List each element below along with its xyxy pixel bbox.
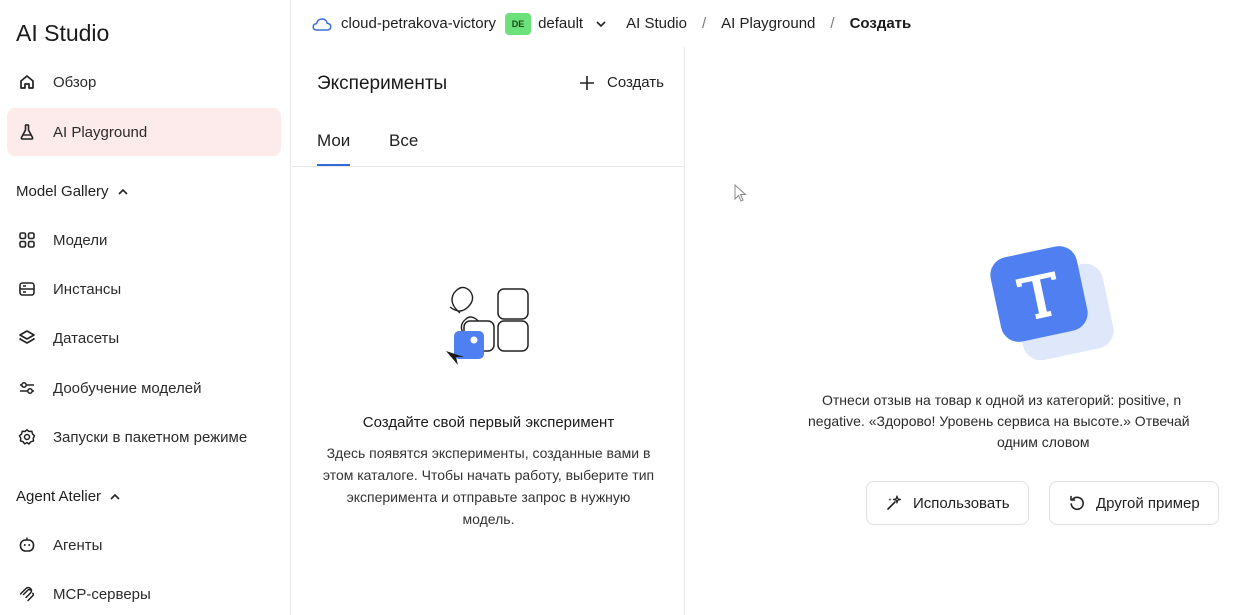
sidebar-item-batch-runs[interactable]: Запуски в пакетном режиме [7, 413, 281, 461]
empty-state-illustration [440, 285, 536, 373]
tab-all[interactable]: Все [389, 131, 418, 164]
empty-state-description: Здесь появятся эксперименты, созданные в… [322, 445, 655, 527]
sidebar-item-label: Запуски в пакетном режиме [53, 428, 248, 446]
create-experiment-button[interactable]: Создать [579, 74, 664, 91]
breadcrumb-cloud[interactable]: cloud-petrakova-victory [312, 15, 496, 32]
experiments-title: Эксперименты [317, 73, 448, 94]
section-title: Agent Atelier [16, 488, 102, 505]
sidebar-item-datasets[interactable]: Датасеты [7, 314, 281, 362]
experiments-tabs: Мои Все [292, 119, 685, 167]
sidebar: AI Studio Обзор AI Playground Model Gall… [0, 0, 291, 615]
experiments-panel: Эксперименты Создать Мои Все Создайте св… [292, 47, 685, 615]
flask-icon [18, 123, 36, 141]
layers-icon [18, 329, 36, 347]
sidebar-item-label: Датасеты [53, 329, 120, 347]
sidebar-item-label: Модели [53, 231, 108, 249]
cursor-icon [734, 184, 747, 202]
breadcrumb: cloud-petrakova-victory DE default AI St… [292, 0, 1234, 47]
folder-badge: DE [505, 12, 532, 35]
robot-icon [18, 536, 36, 554]
folder-name: default [538, 15, 584, 32]
sidebar-item-label: Дообучение моделей [53, 379, 202, 397]
mcp-icon [18, 585, 36, 603]
sidebar-item-overview[interactable]: Обзор [7, 58, 281, 106]
create-label: Создать [606, 74, 664, 91]
home-icon [18, 73, 36, 91]
example-panel: Отнеси отзыв на товар к одной из категор… [686, 47, 1234, 615]
sidebar-item-label: AI Playground [53, 123, 148, 141]
example-prompt: Отнеси отзыв на товар к одной из категор… [804, 390, 1234, 453]
section-agent-atelier[interactable]: Agent Atelier [16, 488, 121, 505]
breadcrumb-ai-studio[interactable]: AI Studio [626, 15, 687, 32]
use-example-button[interactable]: Использовать [866, 481, 1029, 525]
magic-wand-icon [885, 494, 903, 512]
another-example-button[interactable]: Другой пример [1049, 481, 1219, 525]
use-example-label: Использовать [913, 494, 1010, 512]
text-model-icon [989, 245, 1115, 361]
chevron-up-icon [109, 491, 121, 503]
sidebar-item-agents[interactable]: Агенты [7, 521, 281, 569]
sidebar-item-label: Инстансы [53, 280, 122, 298]
breadcrumb-separator: / [830, 15, 835, 32]
section-model-gallery[interactable]: Model Gallery [16, 183, 129, 200]
cloud-icon [312, 17, 332, 31]
breadcrumb-current: Создать [849, 15, 912, 32]
cloud-name: cloud-petrakova-victory [341, 15, 497, 32]
sliders-icon [18, 379, 36, 397]
app-title: AI Studio [16, 20, 110, 46]
chevron-up-icon [117, 186, 129, 198]
example-prompt-line: negative. «Здорово! Уровень сервиса на в… [808, 413, 1190, 429]
sidebar-item-instances[interactable]: Инстансы [7, 265, 281, 313]
tab-mine[interactable]: Мои [317, 131, 351, 166]
gear-icon [18, 428, 36, 446]
sidebar-item-label: MCP-серверы [53, 585, 151, 603]
empty-state-title: Создайте свой первый эксперимент [362, 414, 615, 431]
refresh-icon [1068, 494, 1086, 512]
sidebar-item-label: Агенты [53, 536, 103, 554]
section-title: Model Gallery [16, 183, 109, 200]
plus-icon [579, 75, 595, 91]
sidebar-item-ai-playground[interactable]: AI Playground [7, 108, 281, 156]
sidebar-item-mcp-servers[interactable]: MCP-серверы [7, 570, 281, 615]
server-icon [18, 280, 36, 298]
sidebar-item-label: Обзор [53, 73, 97, 91]
breadcrumb-ai-playground[interactable]: AI Playground [721, 15, 815, 32]
example-prompt-line: одним словом [997, 434, 1090, 450]
example-prompt-line: Отнеси отзыв на товар к одной из категор… [822, 392, 1182, 408]
breadcrumb-separator: / [701, 15, 707, 32]
breadcrumb-folder[interactable]: default [538, 15, 626, 32]
grid-icon [18, 231, 36, 249]
sidebar-item-models[interactable]: Модели [7, 216, 281, 264]
chevron-down-icon[interactable] [595, 18, 607, 30]
another-example-label: Другой пример [1096, 494, 1200, 512]
sidebar-item-finetuning[interactable]: Дообучение моделей [7, 364, 281, 412]
